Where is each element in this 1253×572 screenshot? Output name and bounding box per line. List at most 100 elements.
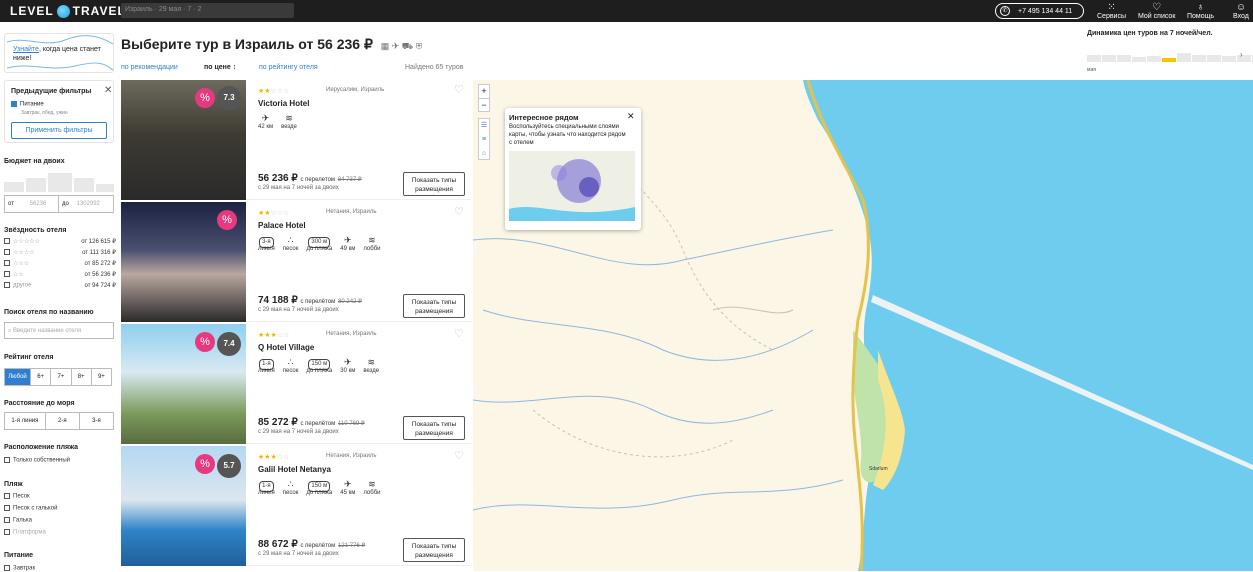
- zoom-out-button[interactable]: −: [479, 98, 489, 112]
- hotel-stars: ★★★☆☆: [258, 454, 290, 461]
- nav-login-label: Вход: [1233, 13, 1249, 20]
- stars-filter-option[interactable]: ☆☆☆☆☆ от 126 615 ₽: [4, 238, 116, 249]
- rating-7[interactable]: 7+: [50, 369, 70, 385]
- beach-list: Песок Песок с галькой Галька Платформа: [4, 493, 57, 541]
- rating-9[interactable]: 9+: [90, 369, 111, 385]
- hotel-card[interactable]: % 7.3 ★★☆☆☆ Иерусалим, Израиль ♡ Victoria Hot…: [121, 80, 471, 200]
- nav-services[interactable]: ⁙ Сервисы: [1097, 2, 1126, 20]
- stars-filter-option[interactable]: ☆☆☆ от 85 272 ₽: [4, 260, 116, 271]
- close-icon[interactable]: ✕: [104, 85, 112, 96]
- hotel-name[interactable]: Galil Hotel Netanya: [258, 465, 331, 474]
- sea-line-1[interactable]: 1-я линия: [5, 413, 45, 429]
- budget-to-label: до: [62, 201, 69, 207]
- stars-filter-label: ☆☆☆: [13, 261, 30, 267]
- hotel-card[interactable]: % 5.7 ★★★☆☆ Нетания, Израиль ♡ Galil Hotel Ne…: [121, 446, 471, 566]
- stars-filter-price: от 85 272 ₽: [84, 261, 116, 267]
- price-value: 74 188 ₽: [258, 295, 298, 306]
- subscribe-link[interactable]: Узнайте: [13, 46, 39, 53]
- tour-search-field[interactable]: Израиль · 29 мая · 7 · 2: [121, 3, 294, 18]
- amenity: ≋ лобби: [363, 234, 380, 252]
- beach-option[interactable]: Платформа: [4, 529, 57, 541]
- search-icon: ⌕: [8, 328, 12, 334]
- favorite-heart-icon[interactable]: ♡: [454, 85, 466, 96]
- stars-filter-option[interactable]: ☆☆☆☆ от 111 316 ₽: [4, 249, 116, 260]
- show-rooms-button[interactable]: Показать типы размещения: [403, 538, 465, 562]
- previous-filter-item[interactable]: Питание: [11, 101, 44, 108]
- budget-to-field[interactable]: до 1302992: [59, 196, 113, 212]
- hotel-name[interactable]: Q Hotel Village: [258, 343, 314, 352]
- stars-filter-stars: ☆☆☆☆: [4, 249, 35, 260]
- budget-from-field[interactable]: от 56236: [5, 196, 60, 212]
- plane-icon: ✈: [261, 113, 270, 123]
- price-old: 110 769 ₽: [338, 421, 365, 427]
- sea-distance-segmented: 1-я линия 2-я 3-я: [4, 412, 114, 430]
- show-rooms-button[interactable]: Показать типы размещения: [403, 416, 465, 440]
- beach-own-option[interactable]: Только собственный: [4, 457, 70, 464]
- beach-option[interactable]: Песок с галькой: [4, 505, 57, 517]
- hotel-dates: с 29 мая на 7 ночей за двоих: [258, 185, 339, 191]
- price-subscribe-box[interactable]: Узнайте, когда цена станет ниже!: [4, 33, 114, 73]
- favorite-heart-icon[interactable]: ♡: [454, 329, 466, 340]
- stars-filter-option[interactable]: ☆☆ от 56 236 ₽: [4, 271, 116, 282]
- hotel-price: 56 236 ₽ с перелетом 84 737 ₽: [258, 173, 362, 184]
- beach-option-label: Платформа: [13, 529, 46, 536]
- hotel-name[interactable]: Palace Hotel: [258, 221, 306, 230]
- sea-line-3[interactable]: 3-я: [78, 413, 113, 429]
- plane-icon: ✈: [344, 235, 352, 245]
- nav-login[interactable]: ☺ Вход: [1233, 2, 1249, 20]
- hotel-name[interactable]: Victoria Hotel: [258, 99, 309, 108]
- checkbox-icon: [4, 249, 10, 256]
- amenity: 300 м до пляжа: [306, 234, 332, 252]
- rating-any[interactable]: Любой: [5, 369, 31, 385]
- amenity-label: 42 км: [258, 124, 274, 130]
- discount-icon: %: [217, 210, 237, 230]
- close-icon[interactable]: ✕: [627, 111, 635, 122]
- rating-6[interactable]: 6+: [30, 369, 50, 385]
- sort-price[interactable]: по цене ↕: [204, 64, 259, 71]
- apply-filters-button[interactable]: Применить фильтры: [11, 122, 107, 139]
- nav-help-label: Помощь: [1187, 13, 1215, 20]
- logo[interactable]: LEVEL TRAVEL: [10, 4, 126, 18]
- nav-services-label: Сервисы: [1097, 13, 1127, 20]
- nav-my-list[interactable]: ♡ Мой список: [1138, 2, 1175, 20]
- favorite-heart-icon[interactable]: ♡: [454, 207, 466, 218]
- amenity: ∴ песок: [283, 234, 299, 252]
- nearby-popup-text: Воспользуйтесь специальными слоями карты…: [509, 124, 626, 146]
- sort-rating[interactable]: по рейтингу отеля: [259, 64, 405, 71]
- hotel-stars: ★★☆☆☆: [258, 210, 290, 217]
- rating-segmented: Любой 6+ 7+ 8+ 9+: [4, 368, 112, 386]
- beach-option[interactable]: Галька: [4, 517, 57, 529]
- favorite-heart-icon[interactable]: ♡: [454, 451, 466, 462]
- price-with-flight: с перелётом: [300, 421, 336, 427]
- rating-8[interactable]: 8+: [70, 369, 91, 385]
- amenity-label: лобби: [363, 246, 381, 252]
- stars-filter-stars: ☆☆☆: [4, 260, 29, 271]
- location-icon[interactable]: ⌂: [479, 147, 489, 161]
- phone-button[interactable]: ✆ +7 495 134 44 11: [995, 3, 1084, 19]
- show-rooms-button[interactable]: Показать типы размещения: [403, 294, 465, 318]
- hotel-card[interactable]: % 7.4 ★★★☆☆ Нетания, Израиль ♡ Q Hotel Villag…: [121, 324, 471, 444]
- logo-text-left: LEVEL: [10, 4, 54, 18]
- price-dynamics-bars[interactable]: [1087, 44, 1253, 62]
- beach-option[interactable]: Песок: [4, 493, 57, 505]
- map-place-label: Sdarlum: [869, 466, 888, 472]
- chevron-right-icon[interactable]: ›: [1240, 50, 1243, 59]
- amenity: ✈ 42 км: [258, 112, 273, 130]
- food-title: Питание: [4, 552, 34, 559]
- show-rooms-button[interactable]: Показать типы размещения: [403, 172, 465, 196]
- hotel-search-input[interactable]: ⌕ Введите название отеля: [4, 322, 114, 339]
- hotel-card[interactable]: % ★★☆☆☆ Нетания, Израиль ♡ Palace Hotel 3-я ли…: [121, 202, 471, 322]
- amenity-label: везде: [281, 124, 297, 130]
- hotel-stars: ★★☆☆☆: [258, 88, 290, 95]
- nav-help[interactable]: ♁ Помощь: [1187, 2, 1214, 20]
- map-layers-control[interactable]: ☰ ≡ ⌂: [478, 118, 490, 160]
- zoom-in-button[interactable]: +: [479, 85, 489, 98]
- sea-line-2[interactable]: 2-я: [44, 413, 79, 429]
- checkbox-checked-icon: [11, 101, 17, 107]
- nearby-popup-title: Интересное рядом: [509, 113, 579, 122]
- stars-filter-option[interactable]: другое от 94 724 ₽: [4, 282, 116, 293]
- logo-text-right: TRAVEL: [72, 4, 126, 18]
- sort-recommend[interactable]: по рекомендации: [121, 64, 204, 71]
- layer-icon[interactable]: ☰: [479, 119, 489, 133]
- layers-icon[interactable]: ≡: [479, 133, 489, 147]
